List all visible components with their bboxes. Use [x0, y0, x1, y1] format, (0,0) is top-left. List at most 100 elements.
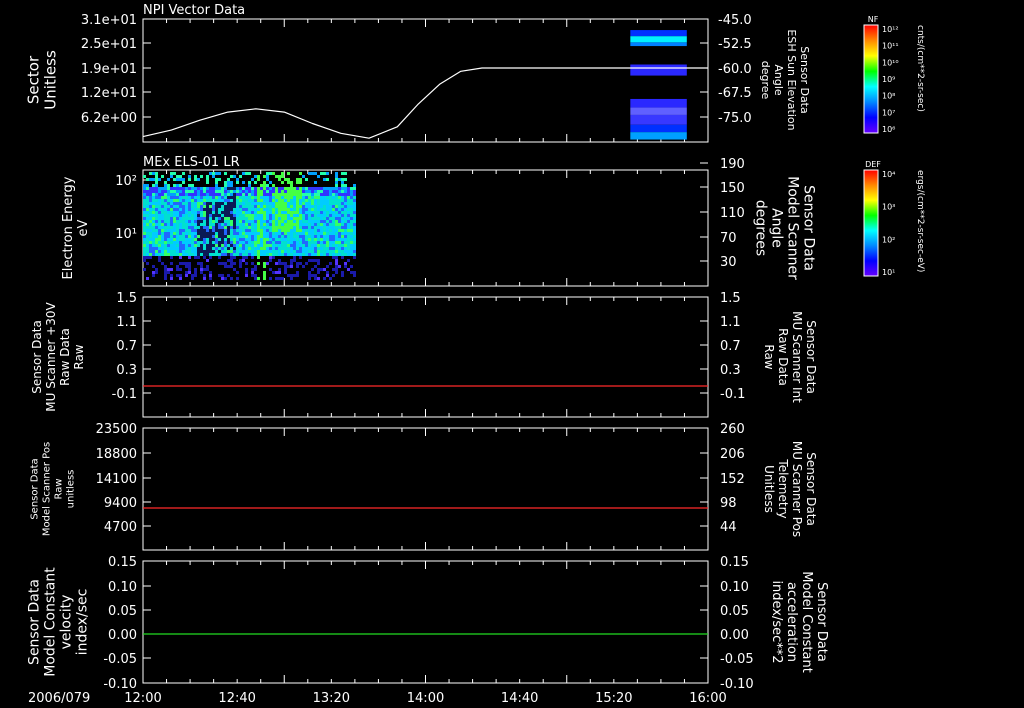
spectrogram-cell [206, 214, 209, 217]
spectrogram-cell [302, 247, 305, 250]
right-y-tick-label: -75.0 [718, 111, 752, 126]
spectrogram-cell [257, 256, 260, 259]
spectrogram-cell [218, 217, 221, 220]
spectrogram-cell [152, 247, 155, 250]
spectrogram-cell [317, 268, 320, 271]
spectrogram-cell [245, 262, 248, 265]
spectrogram-cell [194, 250, 197, 253]
spectrogram-cell [173, 247, 176, 250]
spectrogram-cell [239, 241, 242, 244]
spectrogram-cell [281, 187, 284, 190]
spectrogram-cell [308, 172, 311, 175]
spectrogram-cell [233, 238, 236, 241]
spectrogram-cell [311, 247, 314, 250]
spectrogram-cell [341, 241, 344, 244]
spectrogram-cell [305, 190, 308, 193]
spectrogram-cell [329, 211, 332, 214]
spectrogram-cell [293, 199, 296, 202]
spectrogram-cell [305, 229, 308, 232]
spectrogram-cell [257, 220, 260, 223]
spectrogram-cell [326, 274, 329, 277]
spectrogram-cell [350, 229, 353, 232]
spectrogram-cell [176, 247, 179, 250]
spectrogram-cell [236, 202, 239, 205]
spectrogram-cell [323, 187, 326, 190]
spectrogram-cell [317, 205, 320, 208]
axis-label-line: Raw Data [58, 328, 72, 386]
spectrogram-cell [203, 208, 206, 211]
spectrogram-cell [350, 247, 353, 250]
spectrogram-cell [224, 214, 227, 217]
spectrogram-cell [176, 178, 179, 181]
spectrogram-cell [173, 217, 176, 220]
spectrogram-cell [182, 217, 185, 220]
spectrogram-cell [164, 274, 167, 277]
spectrogram-cell [206, 193, 209, 196]
y-axis-label: Sensor Data Model Scanner Pos Raw unitless [29, 442, 76, 536]
spectrogram-cell [152, 223, 155, 226]
spectrogram-cell [233, 187, 236, 190]
spectrogram-cell [326, 244, 329, 247]
spectrogram-cell [170, 217, 173, 220]
spectrogram-cell [239, 211, 242, 214]
spectrogram-cell [296, 190, 299, 193]
spectrogram-cell [182, 178, 185, 181]
spectrogram-cell [302, 244, 305, 247]
spectrogram-cell [200, 250, 203, 253]
spectrogram-cell [323, 202, 326, 205]
spectrogram-cell [155, 211, 158, 214]
spectrogram-cell [281, 202, 284, 205]
spectrogram-cell [164, 205, 167, 208]
spectrogram-cell [275, 250, 278, 253]
spectrogram-cell [311, 217, 314, 220]
spectrogram-cell [326, 178, 329, 181]
spectrogram-cell [212, 226, 215, 229]
spectrogram-cell [293, 196, 296, 199]
spectrogram-cell [278, 277, 281, 280]
spectrogram-cell [236, 187, 239, 190]
y-tick-label: 1.5 [116, 291, 137, 306]
spectrogram-cell [218, 241, 221, 244]
spectrogram-cell [161, 250, 164, 253]
spectrogram-cell [239, 250, 242, 253]
spectrogram-cell [263, 208, 266, 211]
spectrogram-cell [269, 250, 272, 253]
spectrogram-cell [260, 244, 263, 247]
spectrogram-cell [149, 229, 152, 232]
spectrogram-cell [335, 250, 338, 253]
spectrogram-cell [152, 226, 155, 229]
spectrogram-cell [269, 187, 272, 190]
spectrogram-cell [314, 196, 317, 199]
spectrogram-cell [200, 208, 203, 211]
spectrogram-cell [293, 235, 296, 238]
spectrogram-cell [290, 274, 293, 277]
spectrogram-cell [272, 223, 275, 226]
spectrogram-cell [206, 226, 209, 229]
spectrogram-cell [275, 241, 278, 244]
spectrogram-cell [227, 265, 230, 268]
spectrogram-cell [218, 214, 221, 217]
spectrogram-cell [227, 232, 230, 235]
spectrogram-cell [149, 199, 152, 202]
spectrogram-cell [278, 271, 281, 274]
spectrogram-cell [197, 241, 200, 244]
spectrogram-cell [191, 241, 194, 244]
spectrogram-cell [164, 208, 167, 211]
spectrogram-cell [155, 172, 158, 175]
spectrogram-cell [203, 250, 206, 253]
spectrogram-cell [206, 208, 209, 211]
spectrogram-cell [239, 196, 242, 199]
spectrogram-cell [353, 235, 356, 238]
y-tick-label: 9400 [104, 496, 137, 511]
spectrogram-cell [263, 199, 266, 202]
spectrogram-cell [191, 244, 194, 247]
spectrogram-cell [335, 214, 338, 217]
spectrogram-cell [341, 220, 344, 223]
spectrogram-cell [152, 220, 155, 223]
spectrogram-cell [227, 274, 230, 277]
spectrogram-cell [221, 253, 224, 256]
spectrogram-cell [158, 199, 161, 202]
spectrogram-cell [266, 196, 269, 199]
spectrogram-cell [353, 271, 356, 274]
spectrogram-cell [233, 193, 236, 196]
